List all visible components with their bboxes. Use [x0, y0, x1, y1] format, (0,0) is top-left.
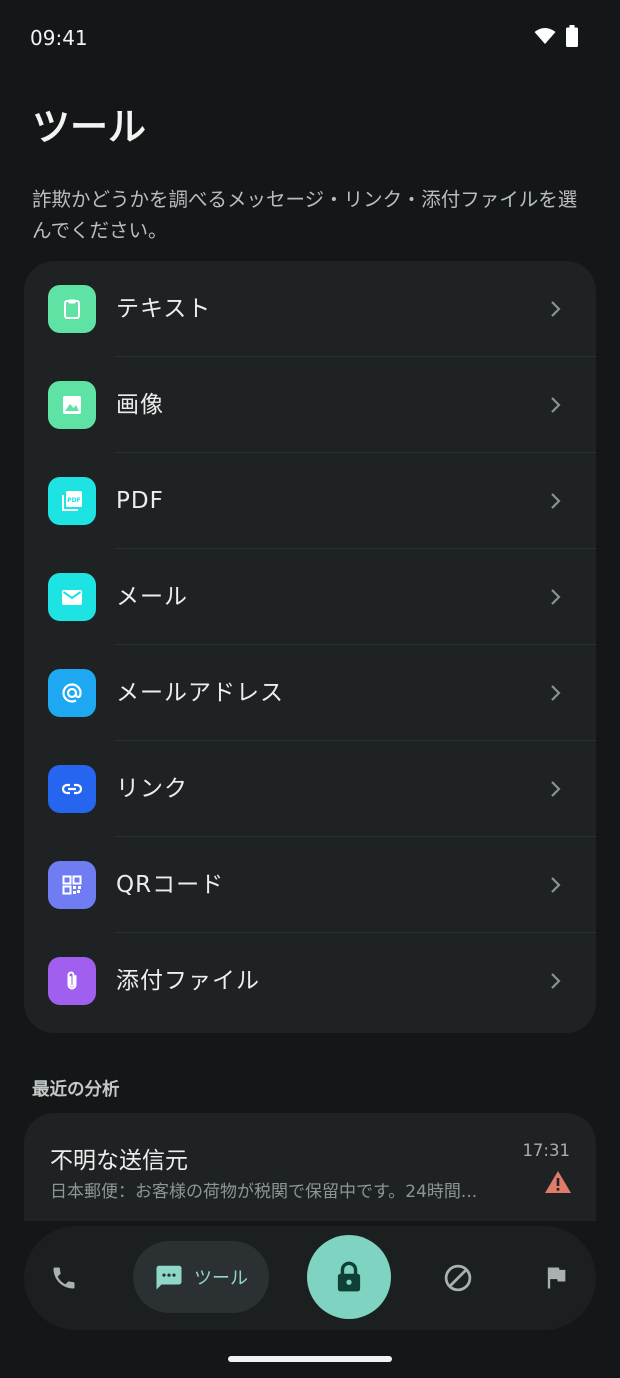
lock-icon: [337, 1261, 361, 1292]
phone-icon: [53, 1267, 75, 1289]
tool-item-qr-code[interactable]: QRコード: [24, 837, 596, 933]
status-icons: [534, 25, 578, 47]
at-sign-icon: [48, 669, 96, 717]
status-bar: 09:41: [0, 0, 620, 76]
chevron-right-icon: [551, 493, 561, 509]
chat-icon: [156, 1265, 182, 1290]
chevron-right-icon: [551, 397, 561, 413]
tool-item-label: メール: [116, 584, 188, 610]
recent-time: 17:31: [522, 1141, 570, 1160]
tool-item-mail[interactable]: メール: [24, 549, 596, 645]
flag-icon: [547, 1267, 566, 1289]
tool-item-label: リンク: [116, 776, 188, 802]
tool-item-label: QRコード: [116, 872, 225, 898]
page-description: 詐欺かどうかを調べるメッセージ・リンク・添付ファイルを選んでください。: [32, 188, 578, 242]
status-time: 09:41: [30, 26, 88, 50]
bottom-navigation: ツール: [24, 1226, 596, 1330]
nav-lock-button[interactable]: [307, 1235, 391, 1319]
nav-block-button[interactable]: [432, 1252, 484, 1304]
chevron-right-icon: [551, 973, 561, 989]
paperclip-icon: [48, 957, 96, 1005]
tool-item-label: メールアドレス: [116, 680, 284, 706]
chevron-right-icon: [551, 589, 561, 605]
tool-list: テキスト 画像 PDF PDF メール メールアドレス リンク QRコード 添付…: [24, 261, 596, 1033]
warning-icon: [545, 1171, 571, 1193]
pdf-icon: PDF: [48, 477, 96, 525]
image-icon: [48, 381, 96, 429]
nav-report-button[interactable]: [530, 1252, 582, 1304]
nav-tools-label: ツール: [194, 1268, 248, 1289]
recent-sender: 不明な送信元: [50, 1148, 188, 1174]
tool-item-label: 画像: [116, 392, 164, 418]
home-indicator[interactable]: [228, 1356, 392, 1362]
chevron-right-icon: [551, 877, 561, 893]
chevron-right-icon: [551, 301, 561, 317]
mail-icon: [48, 573, 96, 621]
clipboard-icon: [48, 285, 96, 333]
qr-code-icon: [48, 861, 96, 909]
chevron-right-icon: [551, 781, 561, 797]
tool-item-label: テキスト: [116, 296, 212, 322]
tool-item-text[interactable]: テキスト: [24, 261, 596, 357]
section-title-recent: 最近の分析: [32, 1080, 120, 1100]
tool-item-email-address[interactable]: メールアドレス: [24, 645, 596, 741]
recent-preview: 日本郵便：お客様の荷物が税関で保留中です。24時間...: [50, 1182, 478, 1202]
link-icon: [48, 765, 96, 813]
tool-item-link[interactable]: リンク: [24, 741, 596, 837]
tool-item-label: PDF: [116, 488, 164, 514]
tool-item-image[interactable]: 画像: [24, 357, 596, 453]
nav-phone-button[interactable]: [38, 1252, 90, 1304]
recent-analysis-item[interactable]: 不明な送信元 日本郵便：お客様の荷物が税関で保留中です。24時間... 17:3…: [24, 1113, 596, 1221]
tool-item-pdf[interactable]: PDF PDF: [24, 453, 596, 549]
nav-tools-button[interactable]: ツール: [133, 1241, 269, 1313]
block-icon: [444, 1264, 472, 1292]
wifi-icon: [534, 28, 556, 44]
tool-item-label: 添付ファイル: [116, 968, 260, 994]
chevron-right-icon: [551, 685, 561, 701]
page-title: ツール: [32, 105, 147, 149]
tool-item-attachment[interactable]: 添付ファイル: [24, 933, 596, 1029]
battery-icon: [566, 25, 578, 47]
svg-text:PDF: PDF: [67, 497, 80, 504]
